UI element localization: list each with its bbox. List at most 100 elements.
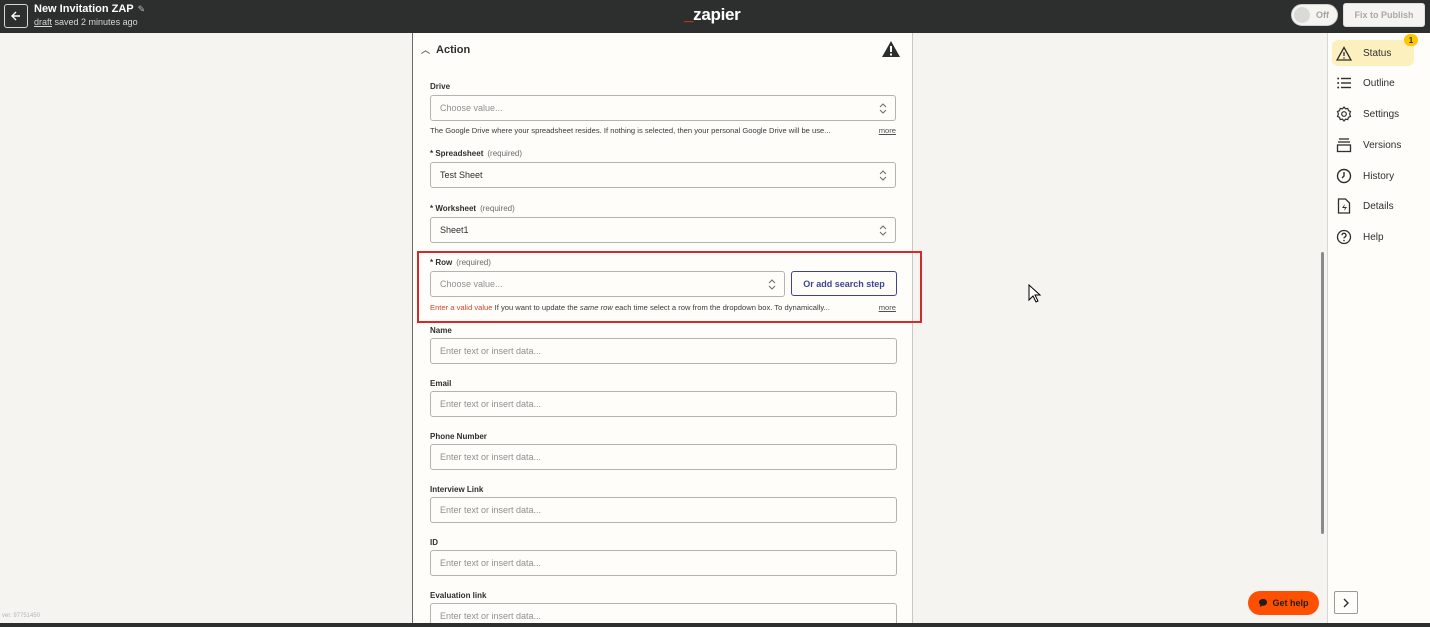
add-search-step-button[interactable]: Or add search step <box>791 271 897 296</box>
required-tag: (required) <box>456 258 491 267</box>
right-sidebar: Status 1 Outline Settings Versions Histo… <box>1327 33 1430 627</box>
spreadsheet-value: Test Sheet <box>440 170 483 180</box>
toggle-label: Off <box>1316 10 1329 20</box>
back-button[interactable] <box>4 4 28 28</box>
drive-more-link[interactable]: more <box>879 126 896 135</box>
row-label: * Row (required) <box>430 258 491 267</box>
chat-bubble-icon <box>1259 599 1268 607</box>
row-help-emphasis: same row <box>579 303 613 312</box>
worksheet-select[interactable]: Sheet1 <box>430 217 896 243</box>
row-help-post: each time select a row from the dropdown… <box>614 303 830 312</box>
action-section-title: Action <box>436 43 471 56</box>
arrow-left-icon <box>11 11 20 21</box>
spreadsheet-select[interactable]: Test Sheet <box>430 162 896 188</box>
logo-text: zapier <box>693 5 741 24</box>
row-placeholder: Choose value... <box>440 279 503 289</box>
interview-link-label: Interview Link <box>430 485 484 494</box>
zap-title-text[interactable]: New Invitation ZAP <box>34 3 134 15</box>
version-label: ver. 97751450 <box>2 613 41 619</box>
required-tag: (required) <box>487 149 523 158</box>
sidebar-item-status[interactable]: Status 1 <box>1332 34 1418 66</box>
row-more-link[interactable]: more <box>879 303 896 312</box>
pencil-icon[interactable]: ✎ <box>138 4 146 15</box>
name-label: Name <box>430 326 452 335</box>
warning-icon <box>882 41 900 57</box>
drive-select[interactable]: Choose value... <box>430 95 896 121</box>
help-label: Help <box>1363 231 1384 243</box>
top-bar: New Invitation ZAP ✎ draft saved 2 minut… <box>0 0 1430 33</box>
warning-outline-icon <box>1336 45 1352 61</box>
bottom-strip <box>0 623 1430 627</box>
action-editor-panel: ︿ Action Drive Choose value... The Googl… <box>412 33 913 627</box>
saved-text: saved 2 minutes ago <box>54 17 138 27</box>
phone-number-input[interactable]: Enter text or insert data... <box>430 444 897 470</box>
sidebar-item-details[interactable]: Details <box>1332 193 1414 219</box>
chevron-updown-icon <box>879 225 887 236</box>
get-help-label: Get help <box>1272 598 1309 608</box>
scrollbar[interactable] <box>1321 252 1324 534</box>
evaluation-link-label: Evaluation link <box>430 591 487 600</box>
chevron-updown-icon <box>879 170 887 181</box>
row-help-pre: If you want to update the <box>494 303 578 312</box>
name-placeholder: Enter text or insert data... <box>440 346 542 356</box>
worksheet-label: * Worksheet (required) <box>430 204 515 213</box>
spreadsheet-label: * Spreadsheet (required) <box>430 149 522 158</box>
draft-link[interactable]: draft <box>34 17 52 27</box>
email-input[interactable]: Enter text or insert data... <box>430 391 897 417</box>
id-placeholder: Enter text or insert data... <box>440 558 542 568</box>
outline-label: Outline <box>1363 77 1395 89</box>
drive-help-text: The Google Drive where your spreadsheet … <box>430 126 896 135</box>
logo-underscore: _ <box>684 5 694 24</box>
chevron-right-icon <box>1343 598 1349 607</box>
expand-sidebar-button[interactable] <box>1334 591 1358 614</box>
toggle-knob <box>1294 7 1310 23</box>
phone-number-placeholder: Enter text or insert data... <box>440 452 542 462</box>
question-circle-icon <box>1336 229 1352 245</box>
versions-icon <box>1336 137 1352 153</box>
clock-icon <box>1336 168 1352 184</box>
phone-number-label: Phone Number <box>430 432 487 441</box>
worksheet-value: Sheet1 <box>440 225 469 235</box>
id-label: ID <box>430 538 438 547</box>
email-label: Email <box>430 379 452 388</box>
zap-on-off-toggle[interactable]: Off <box>1291 4 1338 26</box>
drive-placeholder: Choose value... <box>440 103 503 113</box>
document-bolt-icon <box>1336 198 1352 214</box>
versions-label: Versions <box>1363 139 1402 151</box>
get-help-button[interactable]: Get help <box>1248 591 1319 615</box>
interview-link-input[interactable]: Enter text or insert data... <box>430 497 897 523</box>
sidebar-item-help[interactable]: Help <box>1332 224 1414 250</box>
drive-label: Drive <box>430 82 451 91</box>
sidebar-item-versions[interactable]: Versions <box>1332 132 1414 158</box>
worksheet-label-text: * Worksheet <box>430 204 477 213</box>
row-error-message: Enter a valid value <box>430 303 493 312</box>
zap-title[interactable]: New Invitation ZAP ✎ <box>34 3 145 15</box>
drive-help: The Google Drive where your spreadsheet … <box>430 126 831 135</box>
list-icon <box>1336 75 1352 91</box>
zapier-logo: _zapier <box>684 5 741 25</box>
chevron-updown-icon <box>768 279 776 290</box>
row-label-text: * Row <box>430 258 453 267</box>
id-input[interactable]: Enter text or insert data... <box>430 550 897 576</box>
action-section-toggle[interactable]: ︿ Action <box>421 43 470 56</box>
mouse-cursor-icon <box>1028 284 1042 303</box>
row-select[interactable]: Choose value... <box>430 271 785 297</box>
gear-icon <box>1336 106 1352 122</box>
settings-label: Settings <box>1363 108 1400 120</box>
fix-to-publish-button[interactable]: Fix to Publish <box>1343 3 1425 27</box>
sidebar-item-settings[interactable]: Settings <box>1332 101 1414 127</box>
status-badge: 1 <box>1404 34 1418 46</box>
sidebar-item-history[interactable]: History <box>1332 163 1414 189</box>
chevron-up-icon: ︿ <box>421 45 431 55</box>
email-placeholder: Enter text or insert data... <box>440 399 542 409</box>
details-label: Details <box>1363 200 1394 212</box>
save-status: draft saved 2 minutes ago <box>34 17 138 27</box>
required-tag: (required) <box>480 204 515 213</box>
row-help-text: Enter a valid value If you want to updat… <box>430 303 896 312</box>
history-label: History <box>1363 170 1395 182</box>
sidebar-item-outline[interactable]: Outline <box>1332 70 1414 96</box>
name-input[interactable]: Enter text or insert data... <box>430 338 897 364</box>
chevron-updown-icon <box>879 103 887 114</box>
evaluation-link-placeholder: Enter text or insert data... <box>440 611 542 621</box>
interview-link-placeholder: Enter text or insert data... <box>440 505 542 515</box>
